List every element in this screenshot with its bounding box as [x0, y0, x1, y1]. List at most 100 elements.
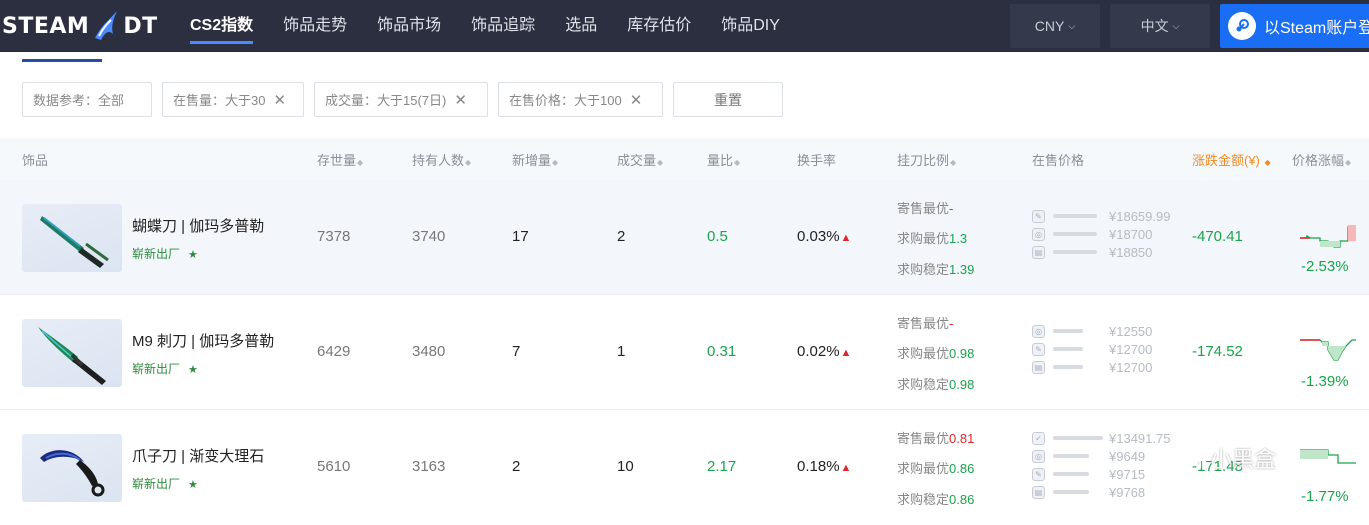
- sort-icon: ◆: [465, 158, 472, 167]
- platform-price[interactable]: ▤ ¥9768: [1032, 483, 1145, 501]
- platform-price-value: ¥9649: [1109, 448, 1146, 464]
- platform-price[interactable]: ✎ ¥12700: [1032, 340, 1152, 358]
- arrow-up-icon: ▲: [840, 232, 852, 244]
- platform-price[interactable]: ✎ ¥18659.99: [1032, 207, 1170, 225]
- col-new-add[interactable]: 新增量◆: [512, 150, 558, 169]
- col-holders[interactable]: 持有人数◆: [412, 150, 471, 169]
- platform-icon: ✎: [1032, 209, 1045, 223]
- platform-price[interactable]: ◎ ¥9649: [1032, 447, 1145, 465]
- change-amount-value: -470.41: [1192, 228, 1243, 245]
- star-icon: ★: [188, 249, 198, 261]
- ratio-label: 求购最优: [897, 461, 950, 476]
- col-change-pct[interactable]: 价格涨幅◆: [1292, 150, 1351, 169]
- platform-price[interactable]: ✓ ¥13491.75: [1032, 429, 1170, 447]
- table-row[interactable]: 爪子刀 | 渐变大理石 崭新出厂 ★ 5610 3163 2 10 2.17 0.…: [0, 410, 1369, 525]
- col-deals-label: 成交量: [617, 153, 657, 168]
- ratio-label: 求购最优: [897, 231, 950, 246]
- col-change-amount[interactable]: 涨跌金额(¥) ◆: [1192, 150, 1271, 169]
- language-select[interactable]: 中文 ⌵: [1110, 4, 1210, 48]
- platform-price-value: ¥18659.99: [1109, 208, 1171, 224]
- item-thumbnail[interactable]: [22, 319, 122, 387]
- filter-data-reference[interactable]: 数据参考：全部: [22, 82, 152, 117]
- item-wear-label: 崭新出厂: [132, 477, 181, 491]
- xiaoheihe-logo-icon: [1168, 438, 1202, 478]
- platform-price[interactable]: ◎ ¥18700: [1032, 225, 1152, 243]
- close-icon[interactable]: ✕: [454, 91, 467, 109]
- col-qty-ratio[interactable]: 量比◆: [707, 150, 740, 169]
- filter-volume[interactable]: 成交量：大于15(7日) ✕: [314, 82, 488, 117]
- col-deals[interactable]: 成交量◆: [617, 150, 663, 169]
- sort-icon: ◆: [657, 158, 664, 167]
- platform-price[interactable]: ▤ ¥18850: [1032, 243, 1152, 261]
- platform-icon: ✓: [1032, 431, 1045, 445]
- top-bar: STEAM DT CS2指数 饰品走势 饰品市场 饰品追踪 选品 库存估价 饰品…: [0, 0, 1369, 52]
- reset-button[interactable]: 重置: [673, 82, 783, 117]
- ratio-value: 0.98: [949, 377, 975, 392]
- col-knife-ratio[interactable]: 挂刀比例◆: [897, 150, 956, 169]
- filter-price-label: 在售价格：大于100: [509, 93, 622, 108]
- watermark-text: 小黑盒: [1210, 448, 1277, 473]
- platform-price[interactable]: ▤ ¥12700: [1032, 358, 1152, 376]
- ratio-consign-best: 寄售最优0.81: [897, 428, 974, 447]
- platform-icon: ▤: [1032, 245, 1045, 259]
- platform-icon: ▤: [1032, 485, 1045, 499]
- language-label: 中文: [1140, 18, 1169, 34]
- platform-name-bar: [1053, 490, 1089, 494]
- platform-price[interactable]: ✎ ¥9715: [1032, 465, 1145, 483]
- platform-name-bar: [1053, 329, 1083, 333]
- nav-item-diy[interactable]: 饰品DIY: [721, 0, 780, 52]
- ratio-label: 求购稳定: [897, 377, 950, 392]
- col-turnover: 换手率: [797, 153, 837, 168]
- col-new-add-label: 新增量: [512, 153, 552, 168]
- close-icon[interactable]: ✕: [273, 91, 286, 109]
- item-name[interactable]: 爪子刀 | 渐变大理石: [132, 445, 264, 466]
- close-icon[interactable]: ✕: [630, 91, 643, 109]
- filter-on-sale[interactable]: 在售量：大于30 ✕: [162, 82, 304, 117]
- sort-icon: ◆: [552, 158, 559, 167]
- ratio-label: 寄售最优: [897, 316, 950, 331]
- ratio-value: -: [949, 316, 954, 331]
- platform-price-value: ¥13491.75: [1109, 430, 1171, 446]
- ratio-buy-best: 求购最优0.98: [897, 343, 974, 362]
- steamdt-logo[interactable]: STEAM DT: [2, 8, 158, 44]
- star-icon: ★: [188, 364, 198, 376]
- platform-price[interactable]: ◎ ¥12550: [1032, 322, 1152, 340]
- chevron-down-icon: ⌵: [1068, 20, 1076, 31]
- col-supply[interactable]: 存世量◆: [317, 150, 363, 169]
- item-wear-label: 崭新出厂: [132, 362, 181, 376]
- supply-value: 5610: [317, 458, 351, 475]
- main-nav: CS2指数 饰品走势 饰品市场 饰品追踪 选品 库存估价 饰品DIY: [190, 0, 810, 52]
- m9-bayonet-icon: [38, 327, 106, 385]
- col-supply-label: 存世量: [317, 153, 357, 168]
- ratio-label: 求购最优: [897, 346, 950, 361]
- ratio-label: 求购稳定: [897, 492, 950, 507]
- sort-icon: ◆: [1345, 158, 1352, 167]
- ratio-buy-stable: 求购稳定1.39: [897, 259, 974, 278]
- price-sparkline: [1300, 339, 1356, 361]
- nav-item-selection[interactable]: 选品: [565, 0, 597, 52]
- login-label: 以Steam账户登: [1264, 20, 1369, 37]
- ratio-buy-stable: 求购稳定0.86: [897, 489, 974, 508]
- holders-value: 3163: [412, 458, 446, 475]
- platform-name-bar: [1053, 472, 1089, 476]
- nav-cs2-index[interactable]: CS2指数: [190, 0, 254, 52]
- nav-item-market[interactable]: 饰品市场: [377, 0, 441, 52]
- nav-item-inventory-valuation[interactable]: 库存估价: [627, 0, 691, 52]
- item-name[interactable]: 蝴蝶刀 | 伽玛多普勒: [132, 215, 264, 236]
- platform-price-value: ¥9768: [1109, 484, 1146, 500]
- steam-login-button[interactable]: 以Steam账户登: [1220, 4, 1369, 48]
- nav-item-tracking[interactable]: 饰品追踪: [471, 0, 535, 52]
- filter-price[interactable]: 在售价格：大于100 ✕: [498, 82, 663, 117]
- table-row[interactable]: M9 刺刀 | 伽玛多普勒 崭新出厂 ★ 6429 3480 7 1 0.31 0…: [0, 295, 1369, 410]
- nav-item-trend[interactable]: 饰品走势: [283, 0, 347, 52]
- turnover-text: 0.03%: [797, 228, 840, 245]
- ratio-label: 求购稳定: [897, 262, 950, 277]
- item-thumbnail[interactable]: [22, 434, 122, 502]
- platform-price-value: ¥12550: [1109, 323, 1153, 339]
- item-thumbnail[interactable]: [22, 204, 122, 272]
- karambit-icon: [40, 450, 105, 497]
- table-row[interactable]: 蝴蝶刀 | 伽玛多普勒 崭新出厂 ★ 7378 3740 17 2 0.5 0.0…: [0, 180, 1369, 295]
- currency-select[interactable]: CNY ⌵: [1010, 4, 1100, 48]
- item-name[interactable]: M9 刺刀 | 伽玛多普勒: [132, 330, 274, 351]
- platform-icon: ✎: [1032, 467, 1045, 481]
